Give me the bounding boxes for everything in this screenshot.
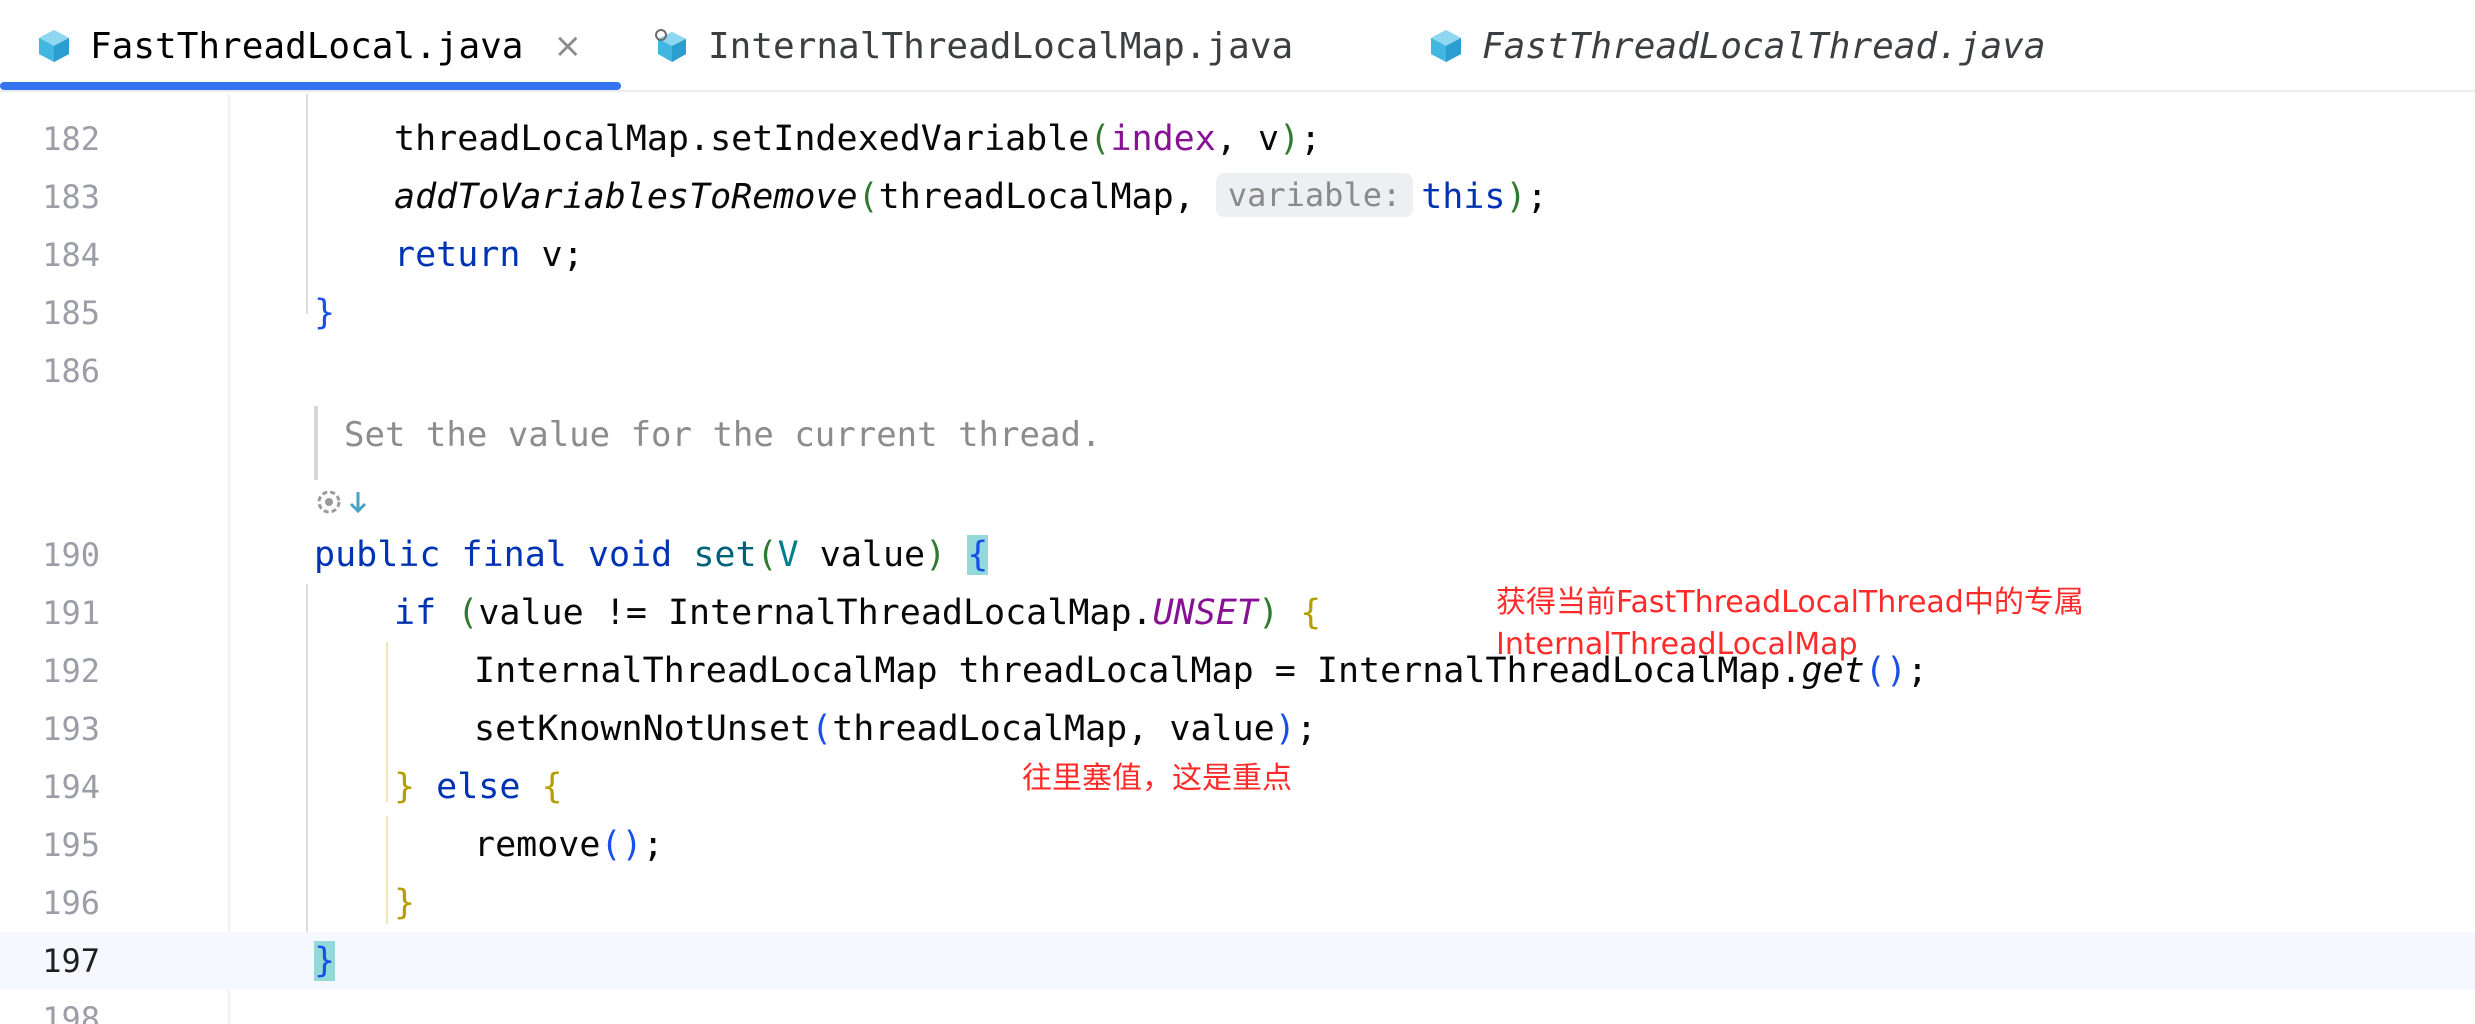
code-line[interactable]: 198 xyxy=(0,990,2475,1024)
doc-comment[interactable]: Set the value for the current thread. xyxy=(344,412,1101,458)
code-editor[interactable]: 182 threadLocalMap.setIndexedVariable(in… xyxy=(0,94,2475,1024)
code-text: setKnownNotUnset(threadLocalMap, value); xyxy=(474,709,1317,749)
code-line[interactable]: 190 public final void set(V value) { xyxy=(0,526,2475,584)
code-line[interactable]: 185 } xyxy=(0,284,2475,342)
line-number: 198 xyxy=(42,1000,100,1024)
line-number: 197 xyxy=(42,942,100,980)
doc-comment-bar xyxy=(314,406,318,480)
code-text: addToVariablesToRemove(threadLocalMap, v… xyxy=(394,168,1548,226)
code-text: threadLocalMap.setIndexedVariable(index,… xyxy=(394,119,1322,159)
tab-label: FastThreadLocal.java xyxy=(90,25,524,67)
line-number: 192 xyxy=(42,652,100,690)
line-number: 183 xyxy=(42,178,100,216)
line-number: 194 xyxy=(42,768,100,806)
code-text: return v; xyxy=(394,235,584,275)
java-class-icon xyxy=(1431,30,1461,62)
line-number: 190 xyxy=(42,536,100,574)
annotation-note: 往里塞值，这是重点 xyxy=(1022,761,1292,796)
editor-tab-bar: FastThreadLocal.java × InternalThreadLoc… xyxy=(0,0,2475,92)
code-text: } else { xyxy=(394,767,563,807)
line-number: 195 xyxy=(42,826,100,864)
code-line[interactable]: 191 if (value != InternalThreadLocalMap.… xyxy=(0,584,2475,642)
line-number: 191 xyxy=(42,594,100,632)
java-class-icon xyxy=(655,29,686,62)
tab-internalthreadlocalmap[interactable]: InternalThreadLocalMap.java xyxy=(654,0,1293,92)
arrow-down-icon xyxy=(349,492,367,514)
code-line-current[interactable]: 197 } xyxy=(0,932,2475,990)
line-number: 196 xyxy=(42,884,100,922)
tab-label: InternalThreadLocalMap.java xyxy=(708,25,1294,67)
matched-brace: { xyxy=(967,535,989,575)
code-text: } xyxy=(314,932,336,990)
tab-fastthreadlocalthread[interactable]: FastThreadLocalThread.java xyxy=(1428,0,2046,92)
code-line[interactable]: 195 remove(); xyxy=(0,816,2475,874)
tab-fastthreadlocal[interactable]: FastThreadLocal.java × xyxy=(36,0,582,92)
code-line[interactable]: 184 return v; xyxy=(0,226,2475,284)
active-tab-indicator xyxy=(0,82,621,90)
code-text: } xyxy=(314,293,336,333)
line-number: 184 xyxy=(42,236,100,274)
matched-brace: } xyxy=(314,941,336,981)
line-number: 193 xyxy=(42,710,100,748)
tab-label: FastThreadLocalThread.java xyxy=(1482,25,2046,67)
code-text: } xyxy=(394,883,416,923)
code-line[interactable]: 196 } xyxy=(0,874,2475,932)
code-text: public final void set(V value) { xyxy=(314,535,989,575)
code-line[interactable]: 182 threadLocalMap.setIndexedVariable(in… xyxy=(0,110,2475,168)
code-text: if (value != InternalThreadLocalMap.UNSE… xyxy=(394,593,1322,633)
line-number: 182 xyxy=(42,120,100,158)
parameter-hint: variable: xyxy=(1215,173,1414,217)
code-text: remove(); xyxy=(474,825,664,865)
code-line[interactable]: 186 xyxy=(0,342,2475,400)
override-icon[interactable] xyxy=(314,487,344,517)
line-number: 186 xyxy=(42,352,100,390)
code-line[interactable]: 193 setKnownNotUnset(threadLocalMap, val… xyxy=(0,700,2475,758)
override-gutter[interactable] xyxy=(314,486,368,518)
line-number: 185 xyxy=(42,294,100,332)
java-class-icon xyxy=(39,30,69,62)
close-tab-icon[interactable]: × xyxy=(553,26,582,66)
annotation-note: 获得当前FastThreadLocalThread中的专属 InternalTh… xyxy=(1496,585,2084,662)
code-line[interactable]: 192 InternalThreadLocalMap threadLocalMa… xyxy=(0,642,2475,700)
code-line[interactable]: 183 addToVariablesToRemove(threadLocalMa… xyxy=(0,168,2475,226)
